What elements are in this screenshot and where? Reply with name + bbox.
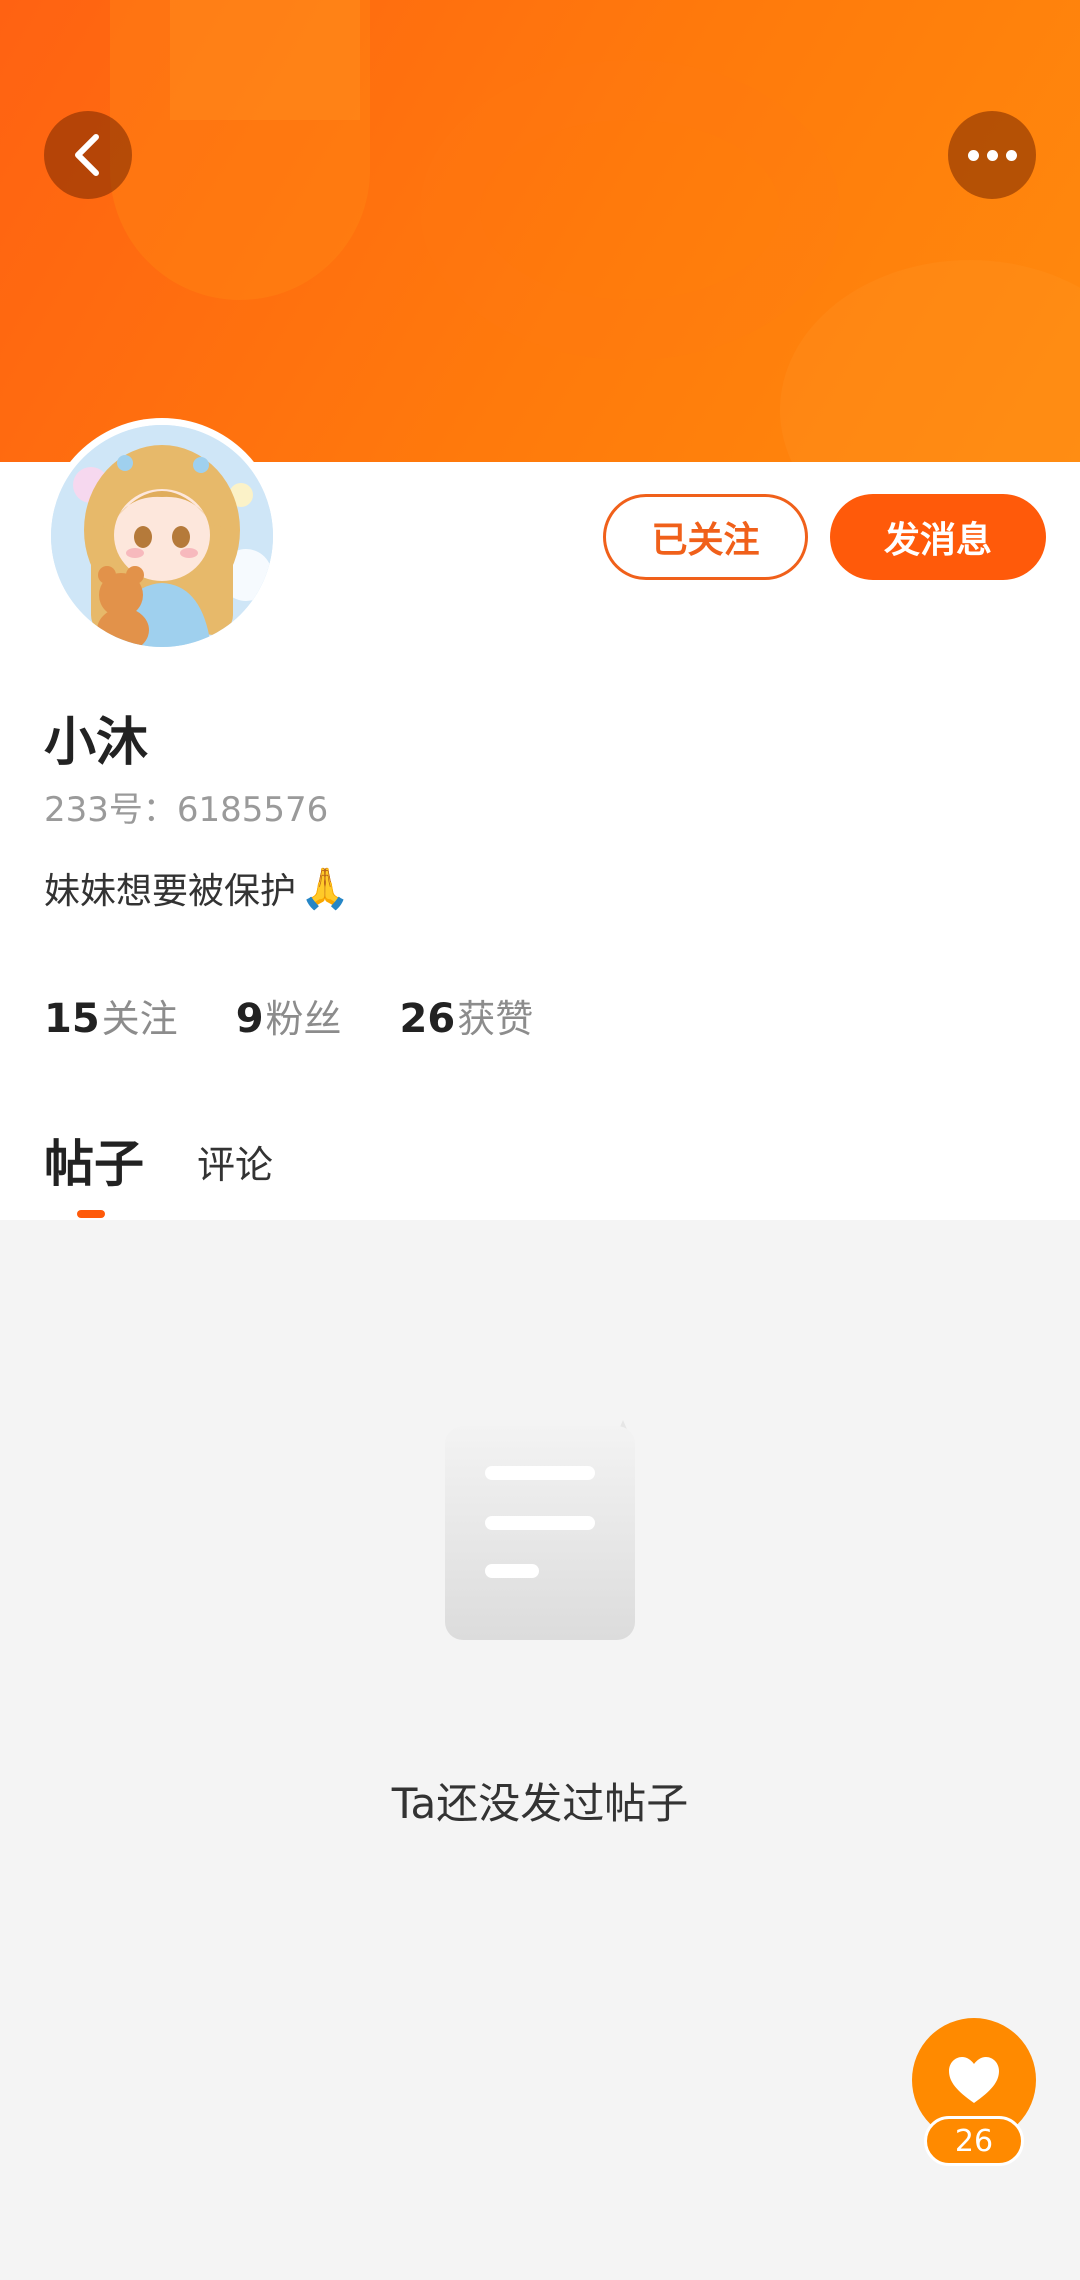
stat-followers[interactable]: 9 粉丝	[236, 988, 342, 1043]
empty-state-text: Ta还没发过帖子	[391, 1779, 689, 1828]
avatar[interactable]	[44, 418, 280, 654]
more-button[interactable]	[948, 111, 1036, 199]
bio-text: 妹妹想要被保护	[44, 871, 297, 912]
avatar-image	[51, 425, 273, 647]
profile-stats: 15 关注 9 粉丝 26 获赞	[44, 988, 533, 1043]
username: 小沐	[44, 713, 149, 773]
banner-decoration	[170, 0, 360, 120]
likes-label: 获赞	[457, 997, 534, 1041]
banner-decoration	[420, 60, 840, 360]
tab-comments[interactable]: 评论	[197, 1134, 273, 1189]
stat-following[interactable]: 15 关注	[44, 988, 178, 1043]
followers-label: 粉丝	[265, 997, 342, 1041]
likes-count: 26	[399, 996, 456, 1042]
followers-count: 9	[235, 996, 264, 1042]
more-dots-icon	[967, 149, 1017, 161]
user-bio: 妹妹想要被保护 🙏	[44, 862, 350, 914]
back-button[interactable]	[44, 111, 132, 199]
active-tab-indicator	[77, 1210, 105, 1218]
user-id: 233号：6185576	[44, 790, 329, 830]
following-count: 15	[44, 996, 100, 1042]
followed-button[interactable]: 已关注	[603, 494, 808, 580]
chevron-left-icon	[75, 134, 99, 176]
tab-posts[interactable]: 帖子	[44, 1124, 144, 1196]
document-icon	[445, 1420, 635, 1640]
heart-icon	[949, 2057, 999, 2103]
stat-likes[interactable]: 26 获赞	[400, 988, 534, 1043]
pray-emoji: 🙏	[300, 865, 350, 912]
send-message-button[interactable]: 发消息	[830, 494, 1046, 580]
following-label: 关注	[101, 997, 178, 1041]
like-count-badge: 26	[924, 2116, 1024, 2166]
profile-banner	[0, 0, 1080, 462]
banner-decoration	[780, 260, 1080, 462]
